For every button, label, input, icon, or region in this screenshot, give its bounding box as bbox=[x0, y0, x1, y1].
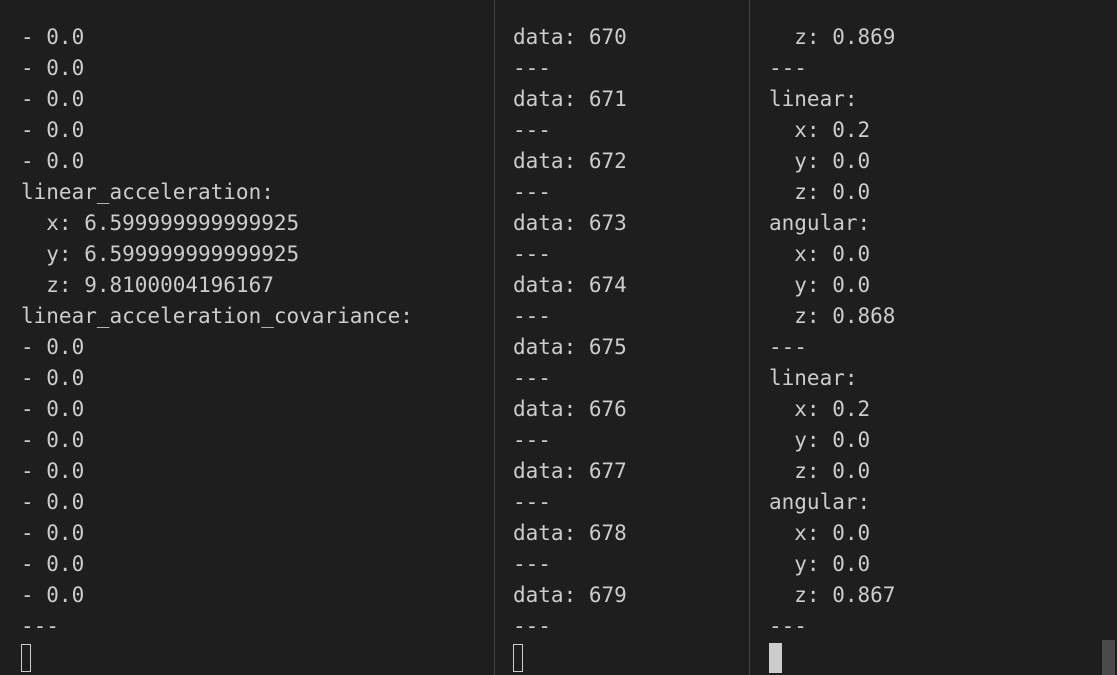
terminal-line: data: 670 bbox=[513, 25, 627, 49]
terminal-pane-right[interactable]: z: 0.869 --- linear: x: 0.2 y: 0.0 z: 0.0 a… bbox=[750, 0, 1117, 675]
terminal-line: z: 0.869 bbox=[769, 25, 896, 49]
terminal-line: data: 676 bbox=[513, 397, 627, 421]
terminal-line: data: 674 bbox=[513, 273, 627, 297]
terminal-line: - 0.0 bbox=[21, 428, 85, 452]
terminal-output: - 0.0 - 0.0 - 0.0 - 0.0 - 0.0 linear_accelera… bbox=[21, 22, 413, 675]
terminal-line: - 0.0 bbox=[21, 25, 85, 49]
terminal-output: z: 0.869 --- linear: x: 0.2 y: 0.0 z: 0.0 a… bbox=[769, 22, 895, 675]
scrollbar-thumb[interactable] bbox=[1102, 640, 1115, 675]
terminal-line: - 0.0 bbox=[21, 397, 85, 421]
terminal-line: --- bbox=[21, 614, 59, 638]
terminal-line: - 0.0 bbox=[21, 459, 85, 483]
terminal-line: data: 673 bbox=[513, 211, 627, 235]
terminal-line: --- bbox=[769, 614, 807, 638]
terminal-line: x: 0.0 bbox=[769, 521, 871, 545]
terminal-cursor-line bbox=[769, 642, 895, 675]
terminal-line: --- bbox=[513, 490, 551, 514]
terminal-cursor bbox=[21, 644, 31, 672]
terminal-line: linear: bbox=[769, 366, 858, 390]
terminal-line: data: 675 bbox=[513, 335, 627, 359]
terminal-line: y: 6.599999999999925 bbox=[21, 242, 300, 266]
terminal-line: x: 6.599999999999925 bbox=[21, 211, 300, 235]
terminal-line: y: 0.0 bbox=[769, 149, 871, 173]
terminal-line: linear_acceleration: bbox=[21, 180, 274, 204]
terminal-line: z: 0.0 bbox=[769, 180, 871, 204]
terminal-line: y: 0.0 bbox=[769, 428, 871, 452]
terminal-output: data: 670 --- data: 671 --- data: 672 --- data… bbox=[513, 22, 627, 675]
terminal-line: - 0.0 bbox=[21, 583, 85, 607]
terminal-line: data: 672 bbox=[513, 149, 627, 173]
terminal-line: y: 0.0 bbox=[769, 273, 871, 297]
terminal-line: --- bbox=[513, 614, 551, 638]
terminal-line: --- bbox=[513, 304, 551, 328]
terminal-line: - 0.0 bbox=[21, 366, 85, 390]
terminal-line: data: 671 bbox=[513, 87, 627, 111]
terminal-line: - 0.0 bbox=[21, 490, 85, 514]
terminal-cursor bbox=[513, 644, 523, 672]
terminal-line: x: 0.2 bbox=[769, 397, 871, 421]
terminal-cursor-line bbox=[513, 642, 627, 675]
terminal-line: --- bbox=[513, 118, 551, 142]
terminal-line: data: 679 bbox=[513, 583, 627, 607]
terminal-line: y: 0.0 bbox=[769, 552, 871, 576]
terminal-line: angular: bbox=[769, 211, 871, 235]
terminal-line: --- bbox=[769, 56, 807, 80]
terminal-line: --- bbox=[513, 552, 551, 576]
terminal-line: --- bbox=[513, 180, 551, 204]
terminal-line: data: 677 bbox=[513, 459, 627, 483]
terminal-cursor bbox=[769, 643, 782, 673]
terminal-pane-middle[interactable]: data: 670 --- data: 671 --- data: 672 --- data… bbox=[495, 0, 749, 675]
terminal-line: --- bbox=[513, 366, 551, 390]
terminal-cursor-line bbox=[21, 642, 413, 675]
terminal-line: - 0.0 bbox=[21, 552, 85, 576]
terminal-pane-left[interactable]: - 0.0 - 0.0 - 0.0 - 0.0 - 0.0 linear_accelera… bbox=[0, 0, 494, 675]
terminal-line: - 0.0 bbox=[21, 118, 85, 142]
terminal-line: --- bbox=[513, 242, 551, 266]
terminal-line: linear_acceleration_covariance: bbox=[21, 304, 413, 328]
terminal-line: x: 0.2 bbox=[769, 118, 871, 142]
terminal-line: - 0.0 bbox=[21, 521, 85, 545]
terminal-line: --- bbox=[769, 335, 807, 359]
terminal-line: data: 678 bbox=[513, 521, 627, 545]
terminal-line: z: 0.867 bbox=[769, 583, 896, 607]
terminal-line: angular: bbox=[769, 490, 871, 514]
terminal-line: --- bbox=[513, 428, 551, 452]
terminal-line: - 0.0 bbox=[21, 149, 85, 173]
terminal-line: --- bbox=[513, 56, 551, 80]
terminal-line: - 0.0 bbox=[21, 56, 85, 80]
terminal-line: - 0.0 bbox=[21, 87, 85, 111]
terminal-line: x: 0.0 bbox=[769, 242, 871, 266]
terminal-line: z: 9.8100004196167 bbox=[21, 273, 274, 297]
terminal-line: z: 0.868 bbox=[769, 304, 896, 328]
terminal-line: z: 0.0 bbox=[769, 459, 871, 483]
terminal-line: linear: bbox=[769, 87, 858, 111]
terminal-line: - 0.0 bbox=[21, 335, 85, 359]
